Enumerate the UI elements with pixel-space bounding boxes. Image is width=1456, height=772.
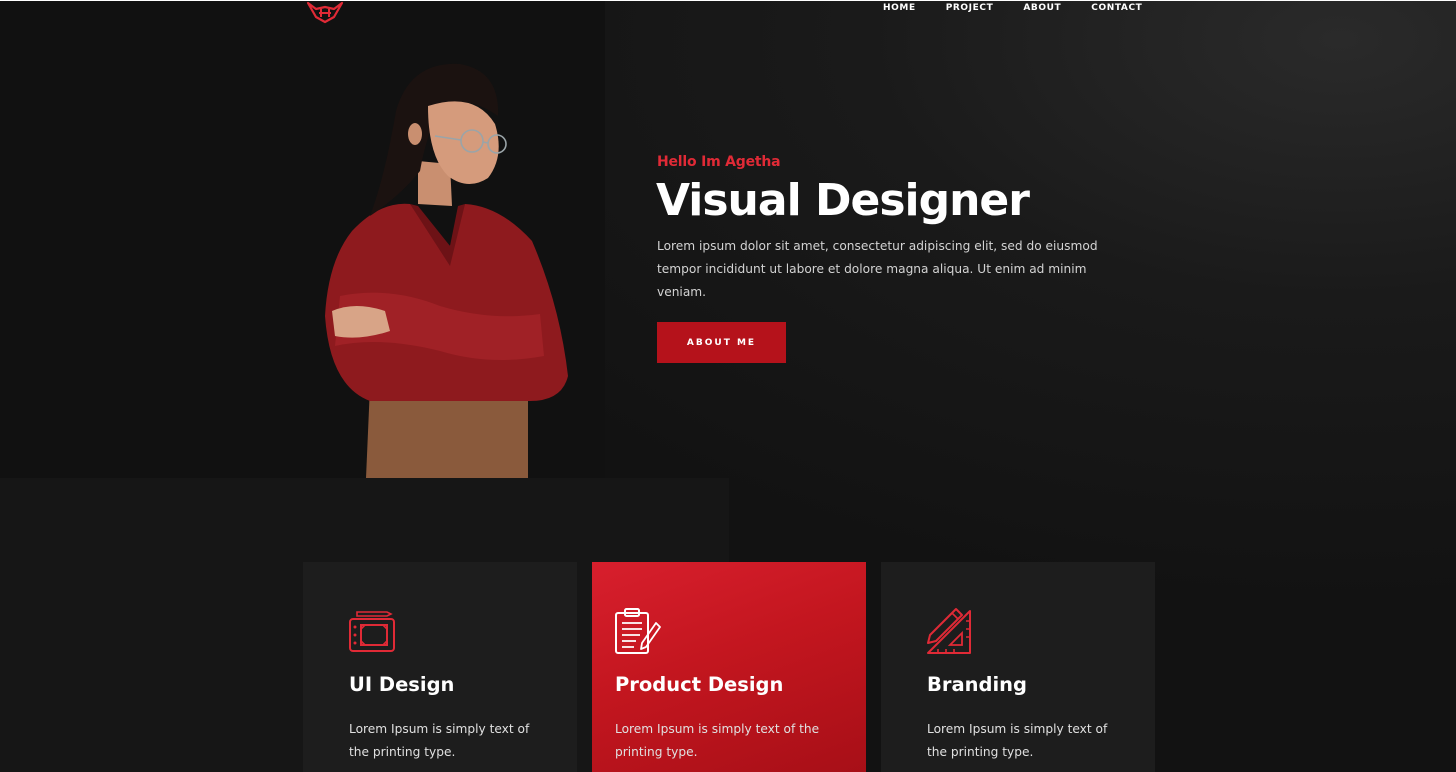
hero-greeting: Hello Im Agetha: [657, 154, 781, 170]
nav-about[interactable]: ABOUT: [1008, 2, 1076, 14]
service-desc: Lorem Ipsum is simply text of the printi…: [927, 722, 1108, 759]
clipboard-pen-icon: [615, 608, 661, 654]
logo-icon[interactable]: [304, 0, 346, 25]
design-tablet-icon: [349, 611, 395, 652]
service-card-product-design[interactable]: Product Design Lorem Ipsum is simply tex…: [592, 562, 866, 772]
portrait-image: [325, 63, 568, 478]
landing-page: HOME PROJECT ABOUT CONTACT Hello Im Aget…: [0, 0, 1456, 772]
main-nav: HOME PROJECT ABOUT CONTACT: [868, 2, 1157, 14]
nav-project[interactable]: PROJECT: [931, 2, 1009, 14]
pencil-ruler-icon: [927, 608, 971, 654]
service-title: UI Design: [349, 673, 455, 696]
service-title: Product Design: [615, 673, 784, 696]
service-desc: Lorem Ipsum is simply text of the printi…: [349, 722, 530, 759]
service-card-ui-design[interactable]: UI Design Lorem Ipsum is simply text of …: [303, 562, 577, 772]
nav-home[interactable]: HOME: [868, 2, 931, 14]
service-card-branding[interactable]: Branding Lorem Ipsum is simply text of t…: [881, 562, 1155, 772]
service-title: Branding: [927, 673, 1028, 696]
hero-headline: Visual Designer: [656, 175, 1030, 226]
service-desc: Lorem Ipsum is simply text of the printi…: [615, 722, 820, 759]
about-me-button[interactable]: ABOUT ME: [657, 322, 786, 363]
nav-contact[interactable]: CONTACT: [1076, 2, 1157, 14]
hero-intro: Lorem ipsum dolor sit amet, consectetur …: [657, 239, 1098, 299]
